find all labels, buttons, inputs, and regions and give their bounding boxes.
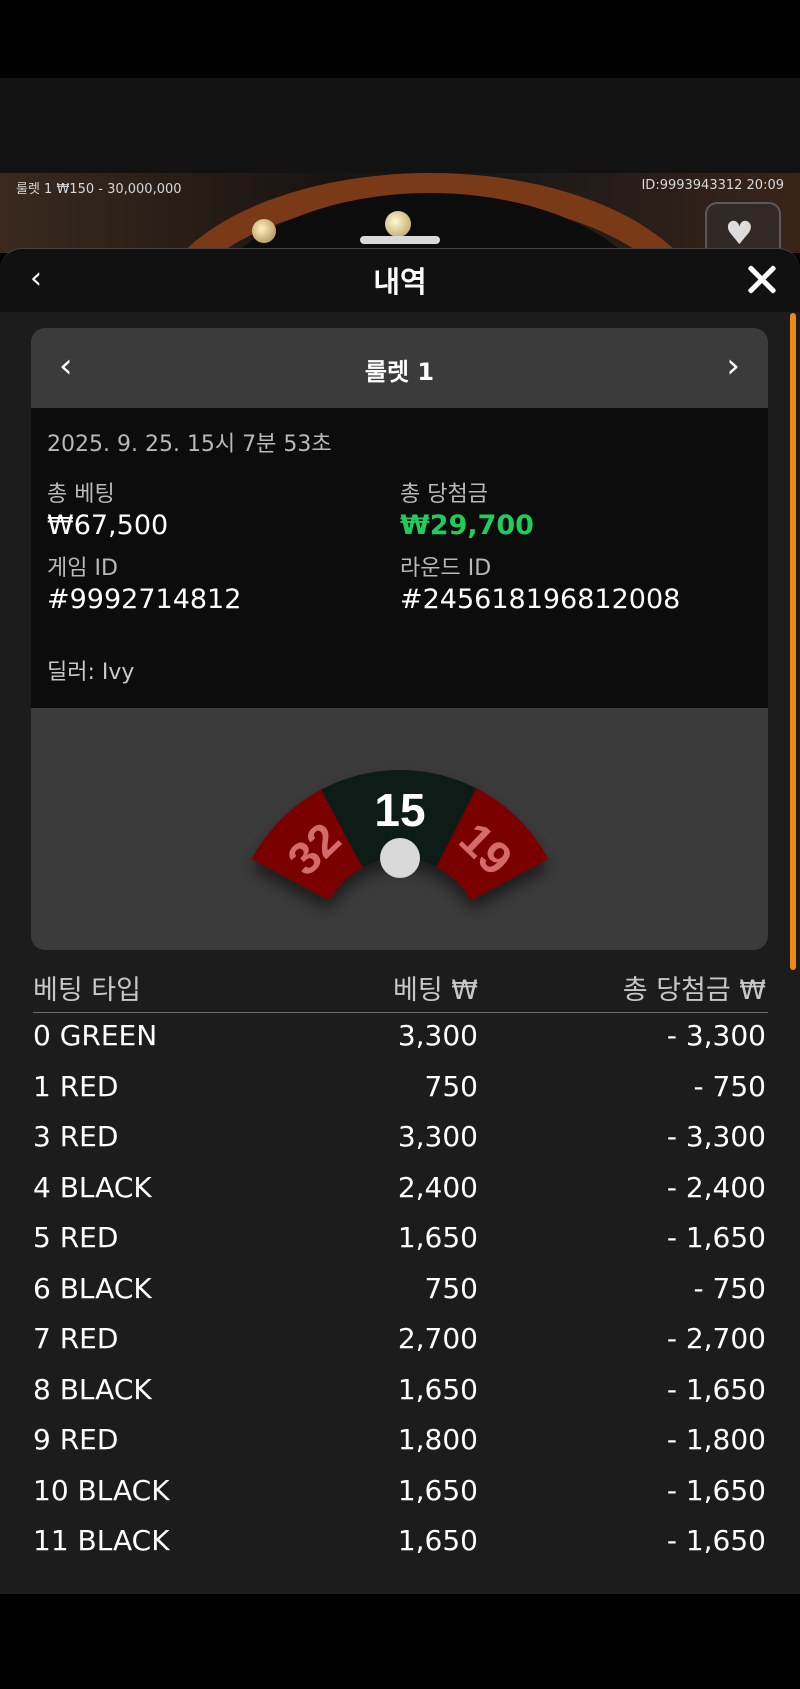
- win-amount-cell: - 1,650: [666, 1473, 766, 1507]
- bet-amount-cell: 2,400: [397, 1170, 478, 1204]
- sheet-title: 내역: [373, 265, 427, 299]
- bet-type-cell: 0 GREEN: [33, 1019, 158, 1052]
- result-wheel-area: 32 15 19: [31, 708, 768, 950]
- bet-type-cell: 1 RED: [33, 1069, 119, 1103]
- total-win-value: ₩29,700: [400, 510, 534, 541]
- table-row: 9 RED 1,800 - 1,800: [33, 1417, 768, 1468]
- win-amount-cell: - 3,300: [666, 1019, 766, 1052]
- dealer-label: 딜러: Ivy: [47, 660, 135, 685]
- table-row: 8 BLACK 1,650 - 1,650: [33, 1367, 768, 1418]
- roulette-ball: [380, 838, 420, 878]
- total-win-label: 총 당첨금: [400, 482, 488, 507]
- status-gap: [0, 78, 800, 173]
- win-amount-cell: - 2,700: [666, 1322, 766, 1355]
- bet-amount-cell: 1,800: [397, 1423, 478, 1456]
- bet-amount-cell: 1,650: [397, 1524, 478, 1557]
- bet-amount-cell: 1,650: [397, 1372, 478, 1406]
- winning-number: 15: [374, 784, 425, 836]
- bet-amount-cell: 2,700: [397, 1322, 478, 1355]
- round-id-value: #245618196812008: [400, 584, 681, 615]
- light-decoration: [252, 219, 276, 243]
- bottom-system-bar: [0, 1594, 800, 1689]
- bet-type-cell: 9 RED: [33, 1423, 119, 1456]
- win-amount-cell: - 1,650: [666, 1372, 766, 1406]
- chevron-right-icon: ›: [726, 346, 740, 386]
- bet-amount-cell: 1,650: [397, 1221, 478, 1254]
- result-wheel: 32 15 19: [251, 770, 549, 901]
- scrollbar[interactable]: [790, 313, 796, 970]
- bet-type-cell: 11 BLACK: [33, 1524, 170, 1557]
- win-amount-cell: - 1,650: [666, 1221, 766, 1254]
- history-content[interactable]: ‹ 룰렛 1 › 2025. 9. 25. 15시 7분 53초 총 베팅 ₩6…: [0, 312, 800, 1594]
- table-row: 1 RED 750 - 750: [33, 1064, 768, 1115]
- table-row: 10 BLACK 1,650 - 1,650: [33, 1468, 768, 1519]
- table-row: 3 RED 3,300 - 3,300: [33, 1114, 768, 1165]
- heart-icon: ♥: [725, 214, 754, 252]
- table-row: 6 BLACK 750 - 750: [33, 1266, 768, 1317]
- table-row: 4 BLACK 2,400 - 2,400: [33, 1165, 768, 1216]
- bet-amount-cell: 1,650: [397, 1473, 478, 1507]
- win-amount-cell: - 2,400: [666, 1170, 766, 1204]
- bet-table: 베팅 타입 베팅 ₩ 총 당첨금 ₩ 0 GREEN 3,300 - 3,300 1 …: [33, 960, 768, 1569]
- table-row: 7 RED 2,700 - 2,700: [33, 1316, 768, 1367]
- total-bet-value: ₩67,500: [47, 510, 169, 541]
- table-limits-label: 룰렛 1 ₩150 - 30,000,000: [16, 182, 182, 197]
- round-id-label: 라운드 ID: [400, 556, 492, 581]
- game-id-label: 게임 ID: [47, 556, 118, 581]
- bet-amount-cell: 3,300: [397, 1019, 478, 1052]
- bet-amount-cell: 750: [424, 1069, 478, 1103]
- light-decoration: [385, 211, 411, 237]
- bet-type-cell: 8 BLACK: [33, 1372, 152, 1406]
- bet-type-cell: 5 RED: [33, 1221, 119, 1254]
- round-detail-card: ‹ 룰렛 1 › 2025. 9. 25. 15시 7분 53초 총 베팅 ₩6…: [31, 328, 768, 950]
- bet-type-cell: 6 BLACK: [33, 1271, 152, 1305]
- game-id-value: #9992714812: [47, 584, 242, 615]
- bet-type-cell: 4 BLACK: [33, 1170, 152, 1204]
- bet-amount-cell: 3,300: [397, 1120, 478, 1153]
- top-system-bar: [0, 0, 800, 78]
- card-header: ‹ 룰렛 1 ›: [31, 328, 768, 408]
- next-round-button[interactable]: ›: [726, 348, 740, 384]
- game-id-time-label: ID:9993943312 20:09: [641, 178, 784, 193]
- win-amount-cell: - 1,800: [666, 1423, 766, 1456]
- bet-type-cell: 7 RED: [33, 1322, 119, 1355]
- table-row: 0 GREEN 3,300 - 3,300: [33, 1013, 768, 1064]
- card-title: 룰렛 1: [364, 358, 435, 386]
- close-button[interactable]: [742, 259, 782, 299]
- history-sheet-header: ‹ 내역: [0, 248, 800, 312]
- total-bet-label: 총 베팅: [47, 482, 115, 507]
- bet-amount-cell: 750: [424, 1271, 478, 1305]
- table-row: 5 RED 1,650 - 1,650: [33, 1215, 768, 1266]
- col-bet-amount: 베팅 ₩: [393, 975, 478, 1006]
- drag-handle[interactable]: [360, 236, 440, 244]
- bet-type-cell: 3 RED: [33, 1120, 119, 1153]
- win-amount-cell: - 1,650: [666, 1524, 766, 1557]
- col-bet-type: 베팅 타입: [33, 975, 141, 1006]
- win-amount-cell: - 750: [693, 1271, 766, 1305]
- bet-type-cell: 10 BLACK: [33, 1473, 170, 1507]
- col-total-win: 총 당첨금 ₩: [622, 975, 766, 1006]
- win-amount-cell: - 3,300: [666, 1120, 766, 1153]
- win-amount-cell: - 750: [693, 1069, 766, 1103]
- table-header: 베팅 타입 베팅 ₩ 총 당첨금 ₩: [33, 960, 768, 1013]
- table-row: 11 BLACK 1,650 - 1,650: [33, 1518, 768, 1569]
- round-datetime: 2025. 9. 25. 15시 7분 53초: [47, 432, 332, 457]
